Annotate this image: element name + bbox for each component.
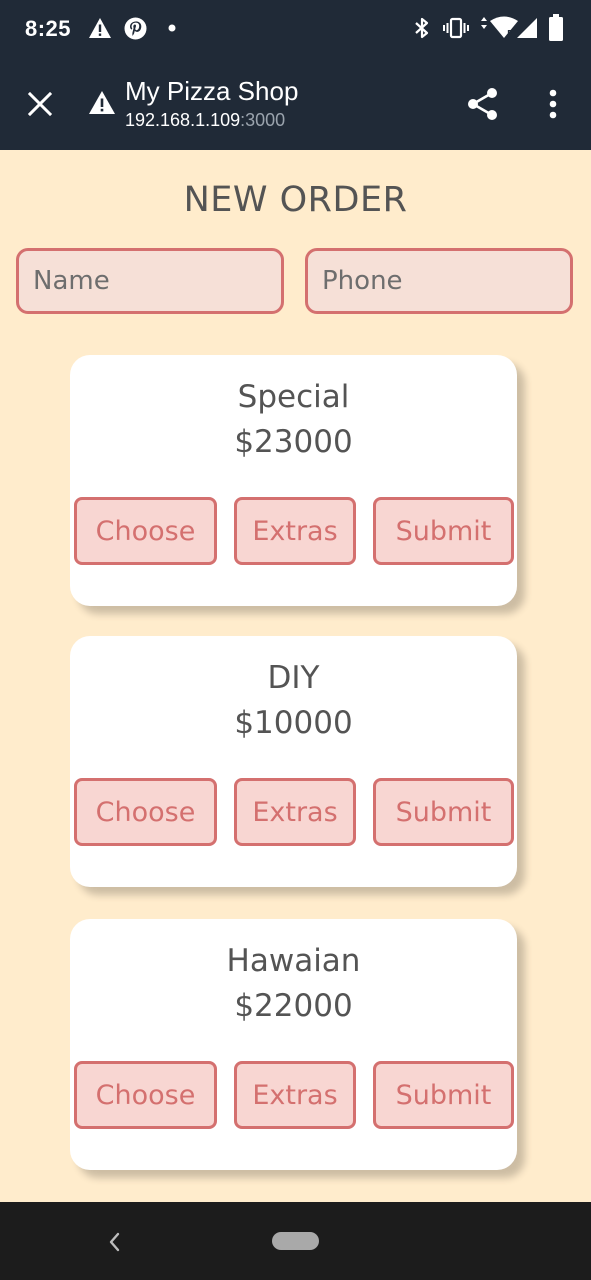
extras-button[interactable]: Extras bbox=[234, 1061, 356, 1129]
pizza-card-diy: DIY $10000 Choose Extras Submit bbox=[70, 636, 517, 887]
warning-icon bbox=[89, 91, 115, 114]
name-input[interactable] bbox=[16, 248, 284, 314]
more-vert-icon bbox=[549, 89, 557, 119]
share-icon bbox=[468, 88, 497, 120]
choose-button[interactable]: Choose bbox=[74, 1061, 217, 1129]
choose-button[interactable]: Choose bbox=[74, 497, 217, 565]
pizza-card-hawaian: Hawaian $22000 Choose Extras Submit bbox=[70, 919, 517, 1170]
submit-button[interactable]: Submit bbox=[373, 497, 514, 565]
more-options-button[interactable] bbox=[534, 82, 572, 126]
choose-button[interactable]: Choose bbox=[74, 778, 217, 846]
browser-toolbar: My Pizza Shop 192.168.1.109:3000 bbox=[0, 58, 591, 150]
submit-button[interactable]: Submit bbox=[373, 778, 514, 846]
share-button[interactable] bbox=[462, 82, 504, 126]
order-title: NEW ORDER bbox=[183, 180, 408, 220]
dot-icon bbox=[168, 24, 176, 32]
vibrate-icon bbox=[443, 17, 469, 39]
url-port: :3000 bbox=[240, 110, 286, 130]
status-bar: 8:25 5 bbox=[0, 0, 591, 58]
back-chevron-icon bbox=[109, 1232, 120, 1252]
system-nav-bar bbox=[0, 1202, 591, 1280]
cell-signal-icon bbox=[517, 18, 537, 38]
extras-button[interactable]: Extras bbox=[234, 778, 356, 846]
page-title-label: My Pizza Shop bbox=[125, 76, 299, 106]
svg-text:5: 5 bbox=[507, 29, 513, 38]
pizza-card-special: Special $23000 Choose Extras Submit bbox=[70, 355, 517, 606]
pinterest-icon bbox=[124, 17, 147, 40]
phone-input[interactable] bbox=[305, 248, 573, 314]
wifi-icon: 5 bbox=[481, 16, 518, 38]
warning-icon bbox=[89, 18, 111, 38]
extras-button[interactable]: Extras bbox=[234, 497, 356, 565]
bluetooth-icon bbox=[415, 17, 429, 39]
close-icon bbox=[28, 92, 52, 116]
close-tab-button[interactable] bbox=[20, 84, 60, 124]
url-label: 192.168.1.109:3000 bbox=[125, 109, 285, 131]
home-pill[interactable] bbox=[272, 1232, 319, 1250]
pizza-name: Hawaian bbox=[226, 943, 361, 979]
pizza-price: $23000 bbox=[234, 424, 353, 460]
pizza-name: DIY bbox=[267, 660, 320, 696]
battery-icon bbox=[549, 14, 563, 41]
submit-button[interactable]: Submit bbox=[373, 1061, 514, 1129]
pizza-price: $10000 bbox=[234, 705, 353, 741]
status-time: 8:25 bbox=[25, 16, 72, 41]
pizza-name: Special bbox=[237, 379, 350, 415]
back-button[interactable] bbox=[98, 1226, 130, 1258]
url-host: 192.168.1.109 bbox=[125, 110, 241, 130]
pizza-price: $22000 bbox=[234, 988, 353, 1024]
